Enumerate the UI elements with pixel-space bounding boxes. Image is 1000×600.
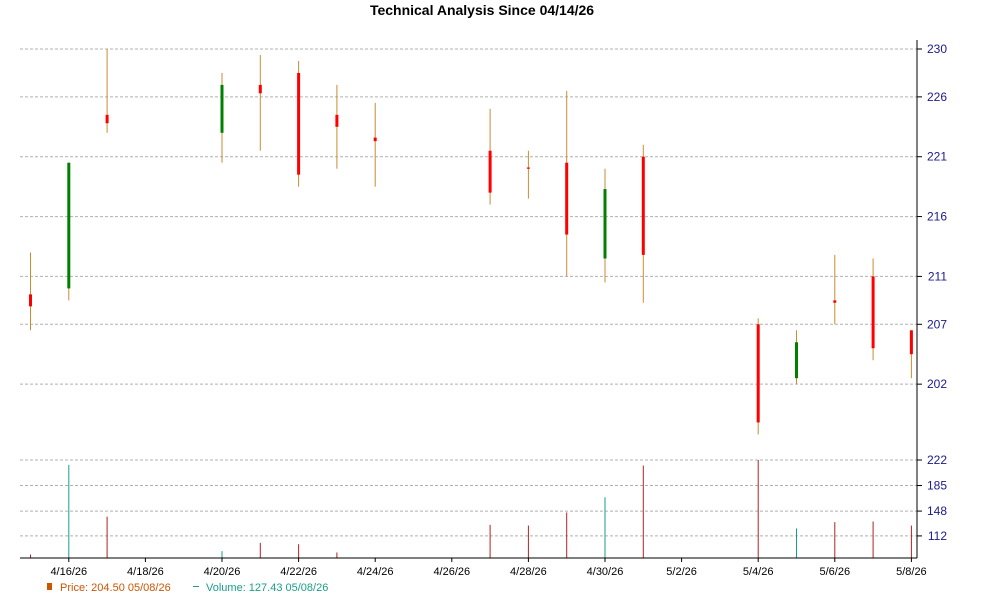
candle-body — [67, 162, 71, 289]
candle-body — [258, 84, 262, 94]
price-tick-label: 207 — [927, 317, 947, 331]
volume-tick-label: 112 — [928, 529, 947, 543]
price-tick-label: 221 — [927, 150, 947, 164]
candle-body — [105, 114, 109, 124]
candle-body — [871, 276, 875, 349]
x-tick-label: 5/6/26 — [820, 566, 851, 578]
candle-body — [565, 162, 569, 235]
candle-body — [833, 300, 837, 303]
candle-body — [220, 84, 224, 133]
volume-tick-label: 222 — [927, 453, 947, 467]
candle-body — [373, 137, 377, 142]
volume-tick-label: 148 — [927, 504, 947, 518]
x-tick-label: 4/30/26 — [587, 566, 624, 578]
candle-body — [526, 167, 530, 169]
candle-body — [909, 330, 913, 355]
chart-title: Technical Analysis Since 04/14/26 — [370, 2, 594, 18]
volume-tick-label: 185 — [927, 479, 947, 493]
x-tick-label: 4/24/26 — [357, 566, 394, 578]
price-tick-label: 226 — [927, 90, 947, 104]
candle-body — [603, 189, 607, 259]
x-tick-label: 5/4/26 — [743, 566, 774, 578]
legend-volume-swatch — [193, 586, 199, 587]
candle-body — [795, 342, 798, 379]
price-tick-label: 211 — [928, 269, 947, 283]
legend-price-label: Price: 204.50 05/08/26 — [60, 582, 171, 594]
x-tick-label: 4/22/26 — [280, 566, 317, 578]
candle-body — [641, 156, 645, 255]
x-tick-label: 4/18/26 — [127, 566, 164, 578]
legend-volume-label: Volume: 127.43 05/08/26 — [206, 582, 328, 594]
x-tick-label: 4/20/26 — [204, 566, 241, 578]
candle-body — [488, 150, 492, 193]
candle-body — [297, 72, 301, 175]
price-tick-label: 216 — [927, 210, 947, 224]
x-tick-label: 5/2/26 — [666, 566, 697, 578]
technical-analysis-chart: Technical Analysis Since 04/14/26 202 207… — [0, 0, 1000, 600]
candle-body — [29, 294, 32, 307]
x-tick-label: 4/16/26 — [50, 566, 87, 578]
chart-background — [0, 0, 1000, 600]
price-tick-label: 230 — [927, 42, 947, 56]
candle-body — [756, 324, 760, 423]
x-tick-label: 5/8/26 — [896, 566, 927, 578]
legend-price-swatch — [47, 583, 52, 590]
price-tick-label: 202 — [927, 377, 947, 391]
candle-body — [335, 114, 339, 127]
x-tick-label: 4/28/26 — [510, 566, 547, 578]
x-tick-label: 4/26/26 — [433, 566, 470, 578]
